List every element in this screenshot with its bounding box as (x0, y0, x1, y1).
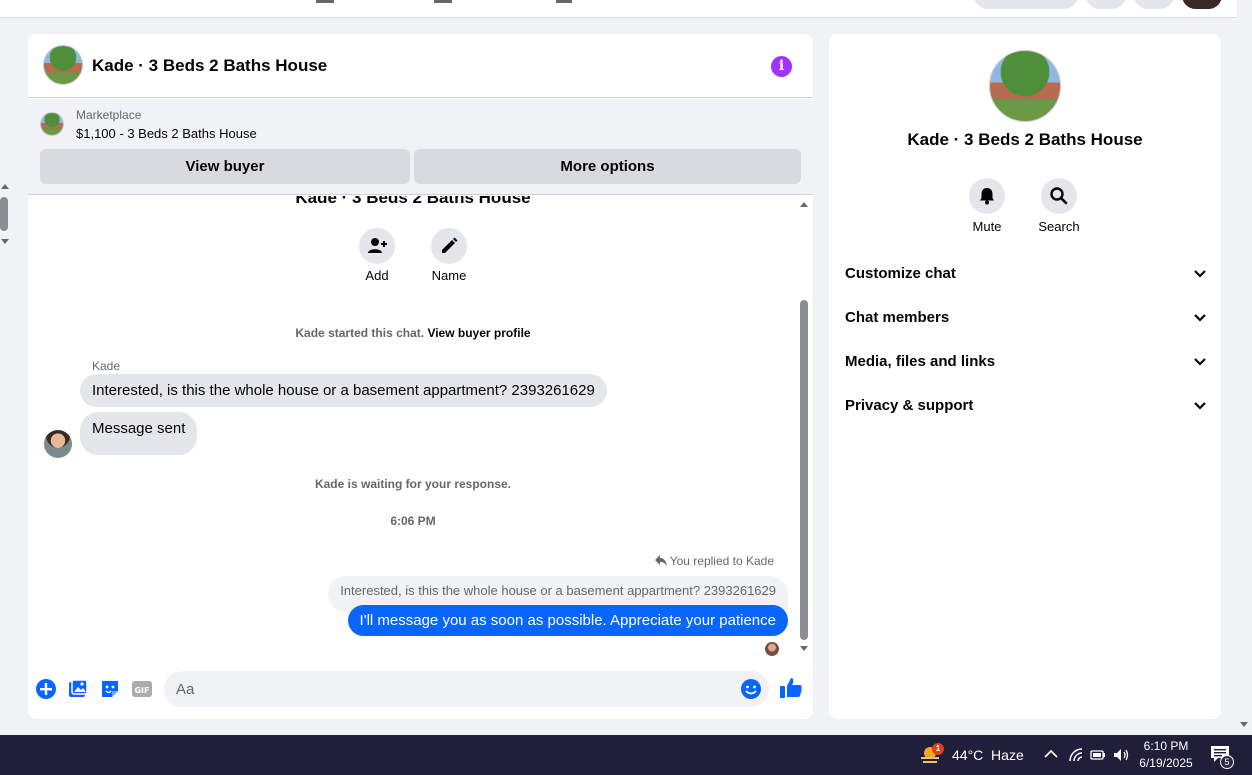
section-label: Customize chat (845, 265, 956, 282)
chat-started-label: Kade started this chat. (295, 326, 425, 340)
notification-count-badge: 5 (1220, 755, 1234, 769)
waiting-text: Kade is waiting for your response. (314, 477, 512, 491)
intro-title: Kade · 3 Beds 2 Baths House (295, 196, 531, 207)
emoji-icon[interactable] (740, 678, 762, 700)
chat-avatar[interactable] (43, 45, 83, 85)
profile-avatar[interactable] (1182, 0, 1222, 9)
replied-text: You replied to Kade (669, 554, 774, 568)
battery-icon[interactable] (1090, 747, 1106, 763)
edit-name-button[interactable] (431, 228, 467, 264)
top-nav-icon-button[interactable] (1086, 0, 1126, 9)
scrollbar-thumb[interactable] (800, 300, 808, 640)
search-label: Search (1038, 219, 1080, 234)
scroll-up-arrow[interactable] (800, 202, 808, 207)
sender-name: Kade (92, 359, 121, 373)
chat-header: Kade · 3 Beds 2 Baths House i (28, 34, 813, 98)
message-input[interactable] (164, 671, 769, 707)
add-label: Add (365, 268, 389, 283)
details-avatar[interactable] (989, 50, 1061, 122)
incoming-message-bubble[interactable]: Message sent (80, 412, 198, 455)
customize-chat-section[interactable]: Customize chat (845, 254, 1207, 294)
listing-thumbnail[interactable] (40, 112, 64, 136)
nav-tab-indicator[interactable] (316, 0, 334, 3)
message-timestamp: 6:06 PM (390, 514, 436, 528)
marketplace-bar: Marketplace $1,100 - 3 Beds 2 Baths Hous… (28, 99, 813, 195)
windows-taskbar: 1 44°C Haze 6:10 PM 6/19/2025 5 (0, 735, 1252, 775)
volume-icon[interactable] (1113, 747, 1131, 763)
system-clock[interactable]: 6:10 PM 6/19/2025 (1130, 738, 1202, 772)
top-nav-icon-button[interactable] (1134, 0, 1174, 9)
scrollbar-thumb[interactable] (0, 197, 8, 231)
bell-icon (980, 188, 994, 205)
scroll-down-arrow[interactable] (800, 646, 808, 651)
pencil-icon (442, 237, 458, 253)
wifi-icon[interactable] (1068, 747, 1084, 763)
view-buyer-button[interactable]: View buyer (40, 149, 410, 184)
scroll-up-arrow[interactable] (1, 184, 9, 189)
section-label: Media, files and links (845, 353, 996, 370)
gif-icon[interactable]: GIF (131, 678, 153, 700)
more-options-button[interactable]: More options (414, 149, 801, 184)
privacy-support-section[interactable]: Privacy & support (845, 386, 1207, 426)
marketplace-label: Marketplace (76, 108, 142, 122)
nav-tab-indicator[interactable] (556, 0, 572, 3)
details-title: Kade · 3 Beds 2 Baths House (907, 130, 1143, 149)
weather-text[interactable]: 44°C Haze (952, 747, 1024, 763)
top-nav-pill-button[interactable] (974, 0, 1078, 9)
chevron-down-icon (1194, 358, 1206, 366)
search-button[interactable] (1041, 178, 1077, 214)
sticker-icon[interactable] (99, 678, 121, 700)
section-label: Chat members (845, 309, 950, 326)
name-label: Name (431, 268, 467, 283)
listing-price[interactable]: $1,100 - 3 Beds 2 Baths House (76, 126, 257, 141)
chevron-up-icon[interactable] (1044, 749, 1058, 759)
svg-text:GIF: GIF (134, 686, 149, 695)
scroll-down-arrow[interactable] (1240, 722, 1248, 727)
chat-details-panel: Kade · 3 Beds 2 Baths House Mute Search … (829, 34, 1221, 719)
weather-alert-badge: 1 (932, 743, 944, 755)
like-icon[interactable] (779, 676, 803, 700)
add-person-icon (368, 238, 387, 253)
chevron-down-icon (1194, 314, 1206, 322)
replied-label: You replied to Kade (654, 554, 774, 568)
top-navigation-bar (0, 0, 1237, 18)
chevron-down-icon (1194, 402, 1206, 410)
view-buyer-profile-link[interactable]: View buyer profile (427, 326, 530, 340)
plus-icon[interactable] (35, 678, 57, 700)
chat-title[interactable]: Kade · 3 Beds 2 Baths House (92, 56, 327, 76)
message-scrollbar[interactable] (799, 196, 811, 656)
sender-avatar[interactable] (44, 430, 72, 458)
info-icon[interactable]: i (771, 56, 792, 77)
mute-button[interactable] (969, 178, 1005, 214)
message-list: Kade · 3 Beds 2 Baths House Add Name Kad… (28, 196, 813, 656)
left-scrollbar[interactable] (0, 0, 12, 735)
search-icon (1050, 187, 1068, 205)
media-files-links-section[interactable]: Media, files and links (845, 342, 1207, 382)
chat-started-text: Kade started this chat. View buyer profi… (28, 326, 798, 340)
incoming-message-bubble[interactable]: Interested, is this the whole house or a… (80, 374, 607, 407)
reply-icon (654, 555, 667, 566)
chat-members-section[interactable]: Chat members (845, 298, 1207, 338)
seen-indicator-avatar (765, 642, 779, 656)
section-label: Privacy & support (845, 397, 974, 414)
chevron-down-icon (1194, 270, 1206, 278)
clock-date: 6/19/2025 (1139, 756, 1193, 770)
clock-time: 6:10 PM (1143, 739, 1189, 753)
chat-panel: Kade · 3 Beds 2 Baths House i Marketplac… (28, 34, 813, 719)
photo-icon[interactable] (67, 678, 89, 700)
message-composer: GIF (28, 666, 813, 716)
outgoing-message-bubble[interactable]: I'll message you as soon as possible. Ap… (347, 605, 788, 636)
add-people-button[interactable] (359, 228, 395, 264)
mute-label: Mute (972, 219, 1002, 234)
nav-tab-indicator[interactable] (434, 0, 452, 3)
scroll-down-arrow[interactable] (1, 239, 9, 244)
